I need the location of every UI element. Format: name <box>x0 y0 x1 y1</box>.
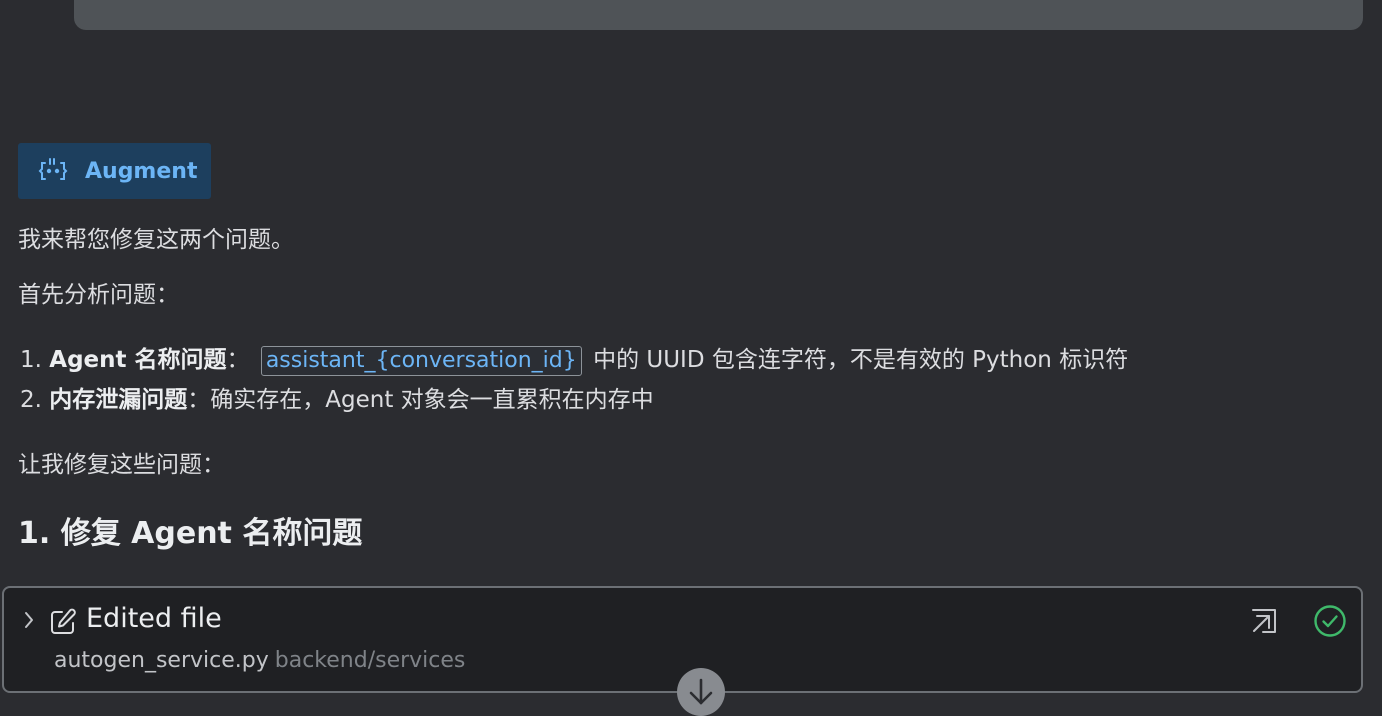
intro-text: 我来帮您修复这两个问题。 <box>18 227 294 253</box>
list-item-text: 中的 UUID 包含连字符，不是有效的 Python 标识符 <box>593 347 1129 373</box>
list-item-separator: ： <box>226 347 250 373</box>
list-item-number: 2. <box>20 387 42 413</box>
inline-code[interactable]: assistant_{conversation_id} <box>260 346 582 376</box>
list-item: 2. 内存泄漏问题：确实存在，Agent 对象会一直累积在内存中 <box>20 380 654 414</box>
list-item-title: Agent 名称问题 <box>49 347 227 373</box>
check-circle-icon <box>1313 604 1347 638</box>
edit-icon <box>48 607 78 637</box>
agent-name: Augment <box>85 158 198 184</box>
file-name: autogen_service.py <box>54 648 269 673</box>
arrow-down-icon <box>688 668 714 711</box>
edited-file-title: Edited file <box>86 603 222 634</box>
fix-lead-text: 让我修复这些问题： <box>18 452 225 478</box>
list-item-title: 内存泄漏问题 <box>49 387 188 413</box>
agent-badge: Augment <box>18 143 211 199</box>
list-item-separator: ： <box>187 387 211 413</box>
analysis-lead-text: 首先分析问题： <box>18 282 179 308</box>
list-item: 1. Agent 名称问题： assistant_{conversation_i… <box>20 340 1128 376</box>
scroll-to-bottom-button[interactable] <box>677 668 725 716</box>
previous-message-card <box>74 0 1363 30</box>
augment-logo-icon <box>37 155 69 187</box>
open-external-icon[interactable] <box>1249 606 1279 636</box>
list-item-number: 1. <box>20 347 42 373</box>
section-heading: 1. 修复 Agent 名称问题 <box>18 516 363 551</box>
edited-file-path[interactable]: autogen_service.py backend/services <box>54 648 465 673</box>
chevron-right-icon[interactable] <box>20 610 38 630</box>
list-item-text: 确实存在，Agent 对象会一直累积在内存中 <box>210 387 654 413</box>
file-directory: backend/services <box>274 648 466 673</box>
